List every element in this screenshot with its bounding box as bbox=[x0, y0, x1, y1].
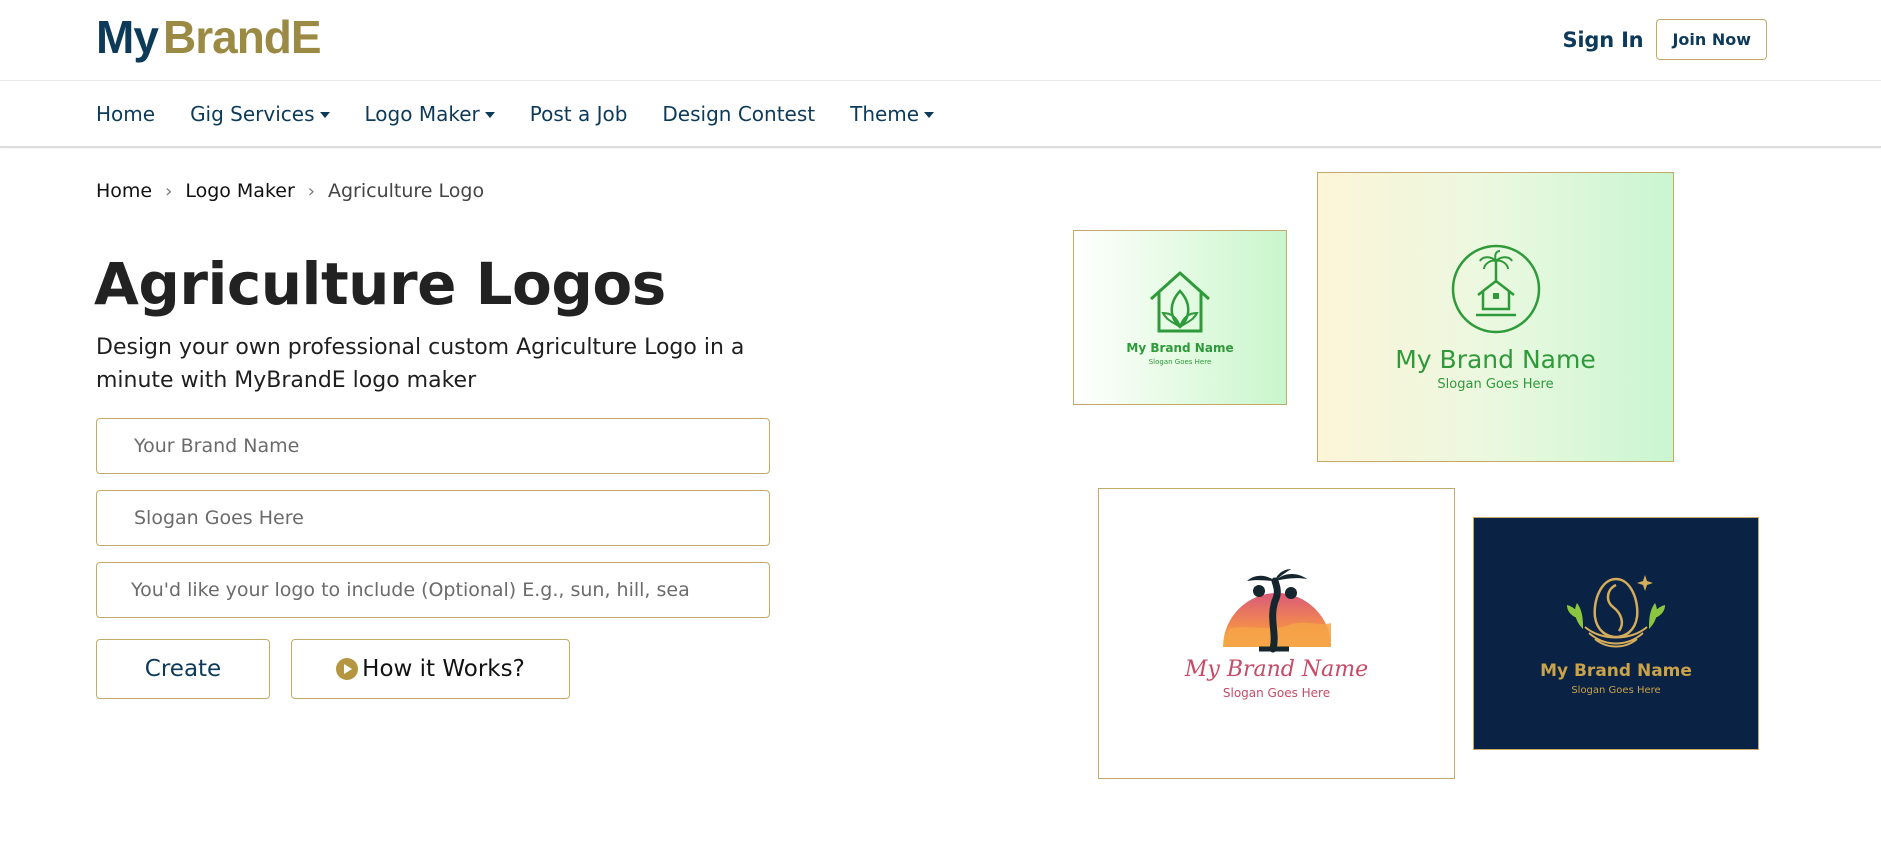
logo-preview-card[interactable]: My Brand Name Slogan Goes Here bbox=[1073, 230, 1287, 405]
palm-house-circle-icon bbox=[1451, 244, 1540, 333]
logo-include-input[interactable] bbox=[96, 562, 770, 618]
nav-item-label: Theme bbox=[850, 102, 920, 126]
chevron-right-icon: › bbox=[165, 180, 173, 202]
page-subtitle: Design your own professional custom Agri… bbox=[96, 335, 745, 393]
site-logo[interactable]: My BrandE bbox=[96, 12, 326, 64]
logo-preview-card[interactable]: My Brand Name Slogan Goes Here bbox=[1473, 517, 1759, 750]
preview-brand-name: My Brand Name bbox=[1540, 661, 1692, 681]
auth-actions: Sign In Join Now bbox=[1562, 19, 1767, 60]
caret-down-icon bbox=[924, 112, 935, 118]
chevron-right-icon: › bbox=[307, 180, 315, 202]
preview-brand-name: My Brand Name bbox=[1395, 344, 1596, 374]
logo-preview-card[interactable]: My Brand Name Slogan Goes Here bbox=[1098, 488, 1455, 779]
breadcrumb-home[interactable]: Home bbox=[96, 180, 152, 202]
play-circle-icon bbox=[336, 658, 359, 680]
nav-item-label: Design Contest bbox=[662, 102, 816, 126]
logo-preview-card[interactable]: My Brand Name Slogan Goes Here bbox=[1317, 172, 1674, 462]
nav-item-theme[interactable]: Theme bbox=[850, 102, 935, 126]
golden-egg-nest-icon bbox=[1567, 575, 1665, 648]
preview-slogan: Slogan Goes Here bbox=[1222, 686, 1331, 700]
caret-down-icon bbox=[319, 112, 330, 118]
join-now-button[interactable]: Join Now bbox=[1656, 19, 1767, 60]
top-header: My BrandE Sign In Join Now bbox=[0, 0, 1881, 81]
svg-text:My: My bbox=[96, 12, 159, 63]
sunset-tree-icon bbox=[1222, 569, 1331, 653]
mybrande-logo-icon: My BrandE bbox=[96, 12, 322, 63]
main-nav: Home Gig Services Logo Maker Post a Job … bbox=[0, 81, 1881, 148]
nav-item-design-contest[interactable]: Design Contest bbox=[662, 102, 815, 126]
house-leaf-icon bbox=[1149, 271, 1211, 333]
preview-brand-name: My Brand Name bbox=[1184, 657, 1369, 682]
nav-item-label: Gig Services bbox=[190, 102, 315, 126]
sign-in-link[interactable]: Sign In bbox=[1562, 28, 1643, 52]
preview-slogan: Slogan Goes Here bbox=[1148, 358, 1212, 366]
nav-item-label: Logo Maker bbox=[364, 102, 480, 126]
breadcrumb: Home › Logo Maker › Agriculture Logo bbox=[96, 180, 484, 202]
svg-text:BrandE: BrandE bbox=[163, 12, 321, 63]
nav-item-post-a-job[interactable]: Post a Job bbox=[530, 102, 628, 126]
nav-item-gig-services[interactable]: Gig Services bbox=[190, 102, 330, 126]
create-button-label: Create bbox=[144, 656, 222, 682]
nav-item-label: Home bbox=[96, 102, 156, 126]
slogan-input[interactable] bbox=[96, 490, 770, 546]
caret-down-icon bbox=[484, 112, 495, 118]
nav-item-logo-maker[interactable]: Logo Maker bbox=[365, 102, 495, 126]
breadcrumb-current: Agriculture Logo bbox=[327, 180, 485, 202]
how-it-works-label: How it Works? bbox=[362, 656, 525, 682]
create-button[interactable]: Create bbox=[96, 639, 270, 699]
nav-item-home[interactable]: Home bbox=[96, 102, 155, 126]
page-title: Agriculture Logos bbox=[94, 250, 666, 318]
brand-name-input[interactable] bbox=[96, 418, 770, 474]
how-it-works-button[interactable]: How it Works? bbox=[291, 639, 570, 699]
preview-slogan: Slogan Goes Here bbox=[1437, 376, 1554, 392]
preview-brand-name: My Brand Name bbox=[1126, 341, 1234, 355]
breadcrumb-logo-maker[interactable]: Logo Maker bbox=[185, 180, 294, 202]
nav-item-label: Post a Job bbox=[529, 102, 628, 126]
preview-slogan: Slogan Goes Here bbox=[1571, 685, 1661, 696]
